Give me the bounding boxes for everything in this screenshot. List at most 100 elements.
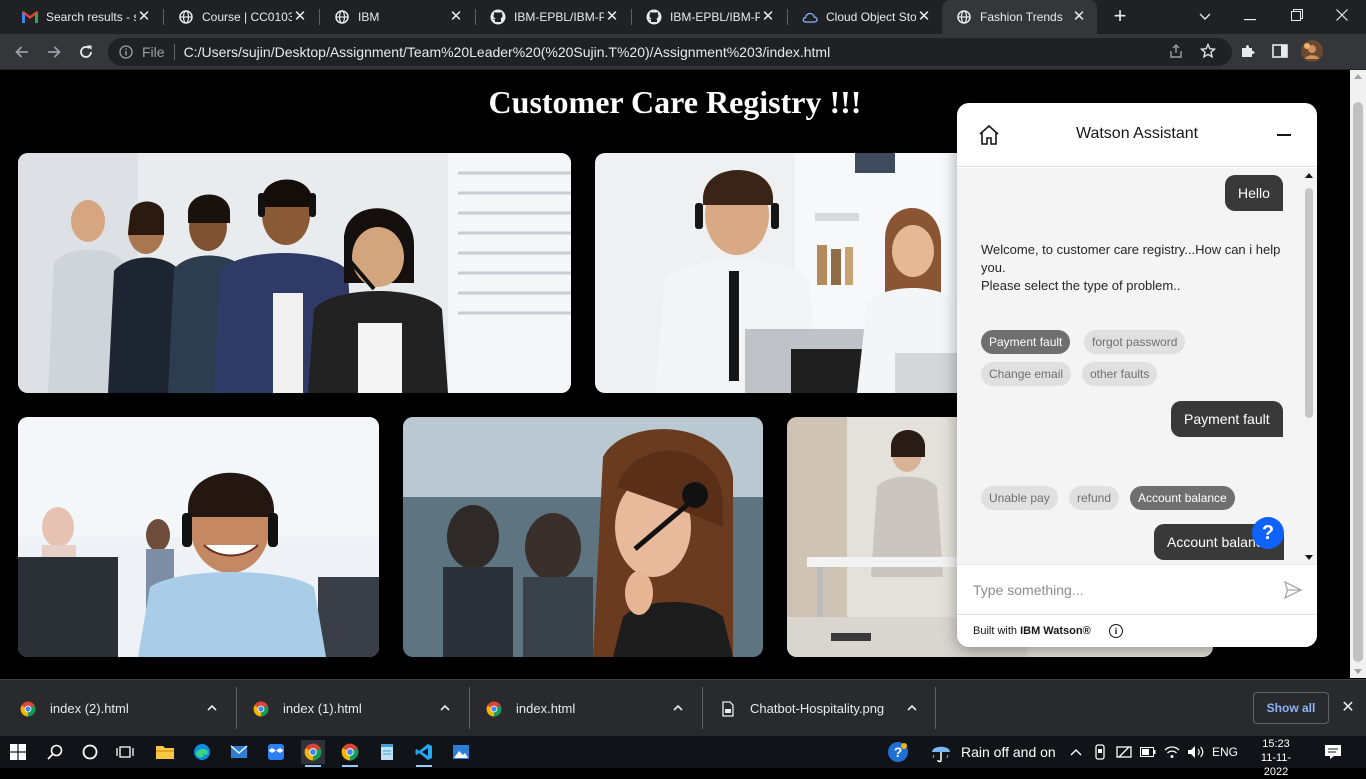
tab-fashion-trends-active[interactable]: Fashion Trends ✕ [942,0,1097,34]
option-account-balance[interactable]: Account balance [1130,486,1235,510]
wifi-icon[interactable] [1160,740,1184,764]
built-with-text: Built with IBM Watson® [973,625,1091,637]
tab-close-icon[interactable]: ✕ [292,9,308,25]
windows-start-icon[interactable] [6,740,30,764]
show-hidden-icons-chevron-icon[interactable] [1064,740,1088,764]
address-url[interactable]: C:/Users/sujin/Desktop/Assignment/Team%2… [184,44,831,60]
built-with-prefix: Built with [973,625,1021,637]
chat-scrollbar-thumb[interactable] [1305,188,1313,418]
info-icon[interactable]: i [1109,624,1123,638]
side-panel-icon[interactable] [1268,39,1292,63]
option-change-email[interactable]: Change email [981,362,1072,386]
cortana-icon[interactable] [78,740,102,764]
tab-github-1[interactable]: IBM-EPBL/IBM-P ✕ [476,0,630,34]
tab-title: IBM-EPBL/IBM-P [514,10,604,24]
browser-tab-strip: Search results - s ✕ Course | CC0103E ✕ … [0,0,1366,34]
tab-search-chevron-icon[interactable] [1185,0,1225,34]
tab-ibm[interactable]: IBM ✕ [320,0,474,34]
minimize-chat-icon[interactable] [1277,134,1291,136]
option-unable-pay[interactable]: Unable pay [981,486,1058,510]
close-window-button[interactable] [1322,0,1362,34]
tab-close-icon[interactable]: ✕ [916,9,932,25]
tab-title: IBM-EPBL/IBM-P [670,10,760,24]
tab-github-2[interactable]: IBM-EPBL/IBM-P ✕ [632,0,786,34]
scroll-up-arrow-icon[interactable] [1354,74,1362,79]
ibm-watson-brand: IBM Watson® [1020,625,1091,637]
download-item-2[interactable]: index (1).html [253,680,463,737]
edge-browser-icon[interactable] [190,740,214,764]
chrome-taskbar-icon[interactable] [301,740,325,767]
tab-close-icon[interactable]: ✕ [604,9,620,25]
bookmark-star-icon[interactable] [1196,39,1220,63]
option-payment-fault[interactable]: Payment fault [981,330,1071,354]
reload-button[interactable] [72,38,100,66]
battery-icon[interactable] [1136,740,1160,764]
chat-scroll-down-icon[interactable] [1305,555,1313,560]
option-forgot-password[interactable]: forgot password [1084,330,1186,354]
option-refund[interactable]: refund [1069,486,1120,510]
scroll-down-arrow-icon[interactable] [1354,669,1362,674]
windows-taskbar: ? Rain off and on ENG 15:23 11-11-2022 [0,736,1366,778]
chevron-up-icon[interactable] [206,702,218,714]
file-explorer-icon[interactable] [153,740,177,764]
close-download-shelf-icon[interactable]: ✕ [1340,699,1356,717]
profile-avatar[interactable] [1300,39,1324,63]
download-item-4[interactable]: Chatbot-Hospitality.png [720,680,930,737]
tab-close-icon[interactable]: ✕ [760,9,776,25]
forward-button[interactable] [40,38,68,66]
download-item-3[interactable]: index.html [486,680,696,737]
search-icon[interactable] [43,740,67,764]
tab-close-icon[interactable]: ✕ [448,9,464,25]
tab-course[interactable]: Course | CC0103E ✕ [164,0,318,34]
chevron-up-icon[interactable] [672,702,684,714]
vscode-icon[interactable] [412,740,436,767]
tab-gmail[interactable]: Search results - s ✕ [8,0,162,34]
new-tab-button[interactable]: + [1108,5,1132,29]
restore-window-button[interactable] [1277,0,1317,34]
chrome-html-file-icon [486,701,502,716]
notifications-icon[interactable] [1321,740,1345,764]
user-message-hello: Hello [1225,175,1283,211]
site-info-icon[interactable] [118,44,134,60]
help-taskbar-icon[interactable]: ? [886,740,910,764]
input-language-indicator[interactable]: ENG [1212,736,1238,768]
dropbox-icon[interactable] [264,740,288,764]
chevron-up-icon[interactable] [439,702,451,714]
chat-scrollbar[interactable] [1303,168,1315,564]
chrome-profile-taskbar-icon[interactable] [338,740,362,767]
download-item-1[interactable]: index (2).html [20,680,230,737]
speaker-volume-icon[interactable] [1184,740,1208,764]
tab-cloud-object-storage[interactable]: Cloud Object Sto ✕ [788,0,942,34]
photos-icon[interactable] [449,740,473,764]
mail-icon[interactable] [227,740,251,764]
address-bar[interactable]: File C:/Users/sujin/Desktop/Assignment/T… [108,38,1232,66]
notepad-icon[interactable] [375,740,399,764]
chat-message-input[interactable] [973,578,1273,602]
tab-close-icon[interactable]: ✕ [136,9,152,25]
usb-device-icon[interactable] [1088,740,1112,764]
minimize-window-button[interactable] [1230,0,1270,34]
chat-footer: Built with IBM Watson® i [957,614,1317,647]
chat-header: Watson Assistant [957,103,1317,167]
page-scrollbar[interactable] [1350,70,1366,678]
github-icon [490,9,506,25]
task-view-icon[interactable] [113,740,137,764]
chrome-html-file-icon [20,701,36,716]
download-separator [236,687,237,729]
tab-close-icon[interactable]: ✕ [1071,9,1087,25]
extensions-puzzle-icon[interactable] [1236,39,1260,63]
back-button[interactable] [8,38,36,66]
chat-scroll-up-icon[interactable] [1305,173,1313,178]
help-question-icon[interactable]: ? [1252,517,1284,549]
security-icon[interactable] [1112,740,1136,764]
option-other-faults[interactable]: other faults [1082,362,1158,386]
address-scheme: File [142,44,165,60]
globe-icon [178,9,194,25]
chevron-up-icon[interactable] [906,702,918,714]
show-all-downloads-button[interactable]: Show all [1253,692,1329,724]
weather-widget[interactable]: Rain off and on [930,736,1056,768]
system-clock[interactable]: 15:23 11-11-2022 [1256,737,1296,779]
scrollbar-thumb[interactable] [1353,102,1363,662]
share-icon[interactable] [1164,39,1188,63]
send-icon[interactable] [1283,580,1303,600]
